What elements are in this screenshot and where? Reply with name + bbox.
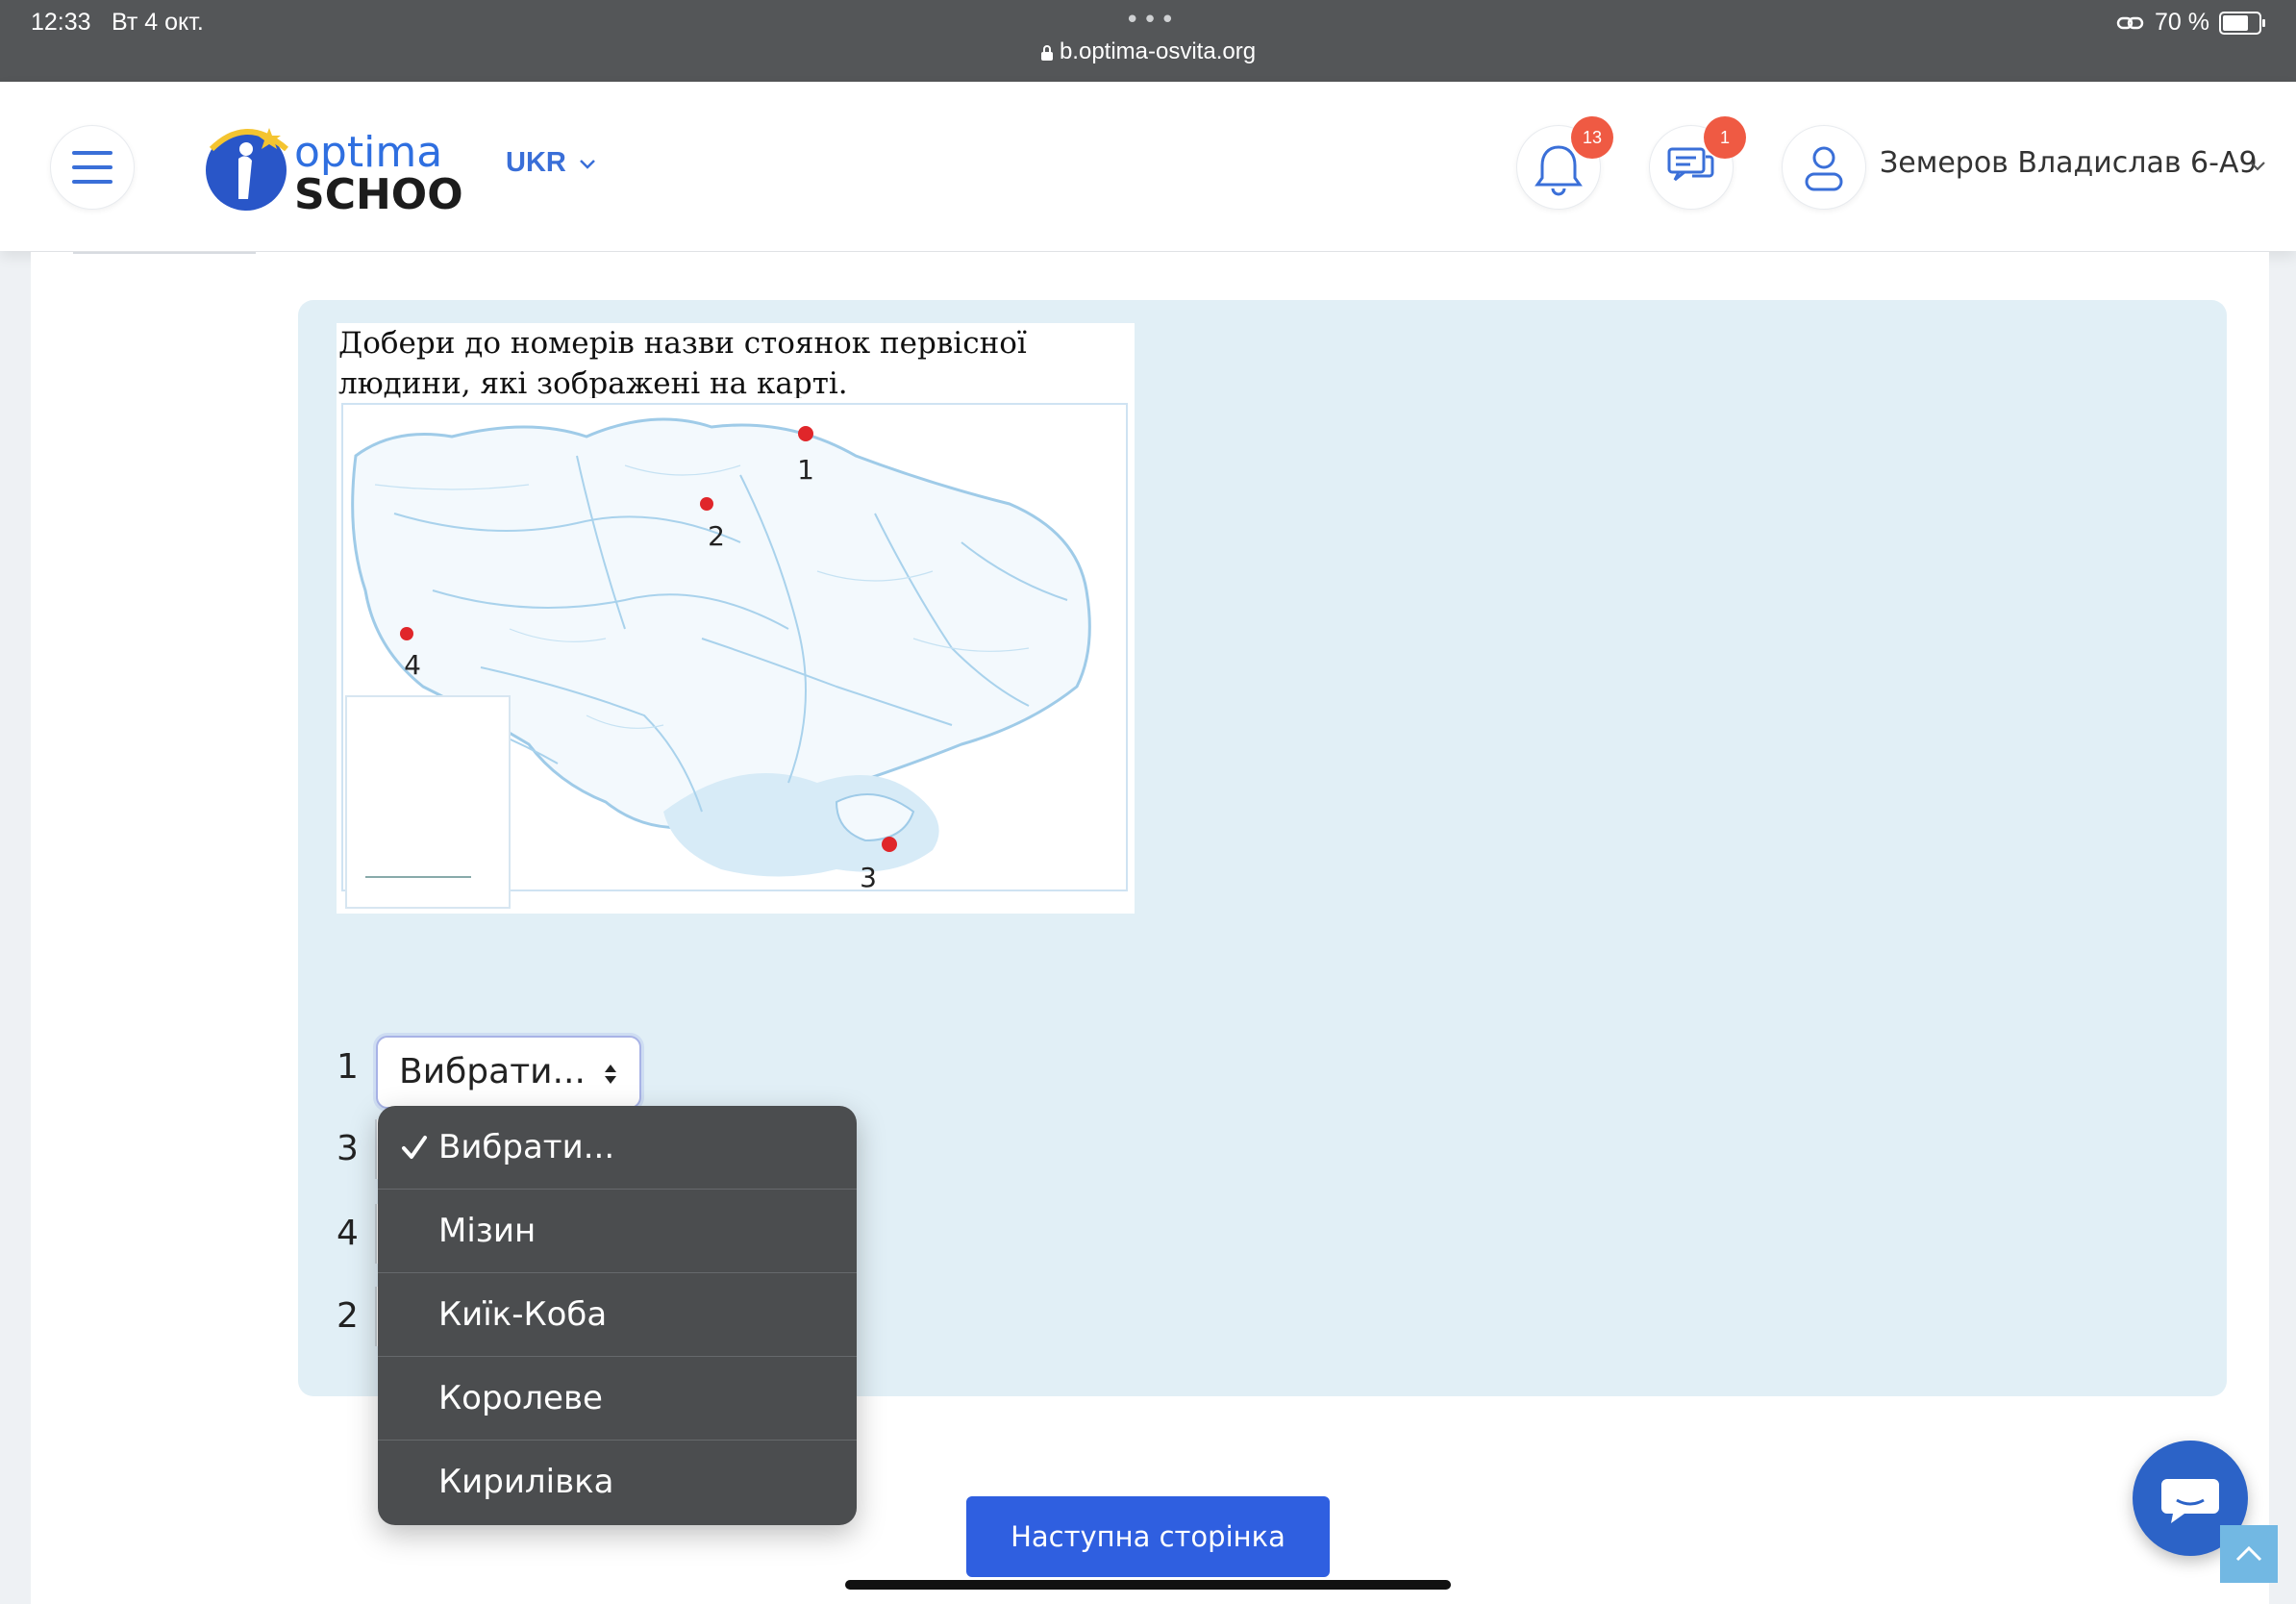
select-options-popover: Вибрати... Мізин Киїк-Коба Королеве Кири… bbox=[378, 1106, 857, 1525]
select-option[interactable]: Вибрати... bbox=[378, 1106, 857, 1190]
messages-button[interactable]: 1 bbox=[1649, 116, 1746, 210]
question-text-line: Добери до номерів назви стоянок первісно… bbox=[338, 326, 1027, 361]
chevron-down-icon bbox=[580, 160, 595, 170]
logo-text-school: SCHOOL bbox=[294, 170, 462, 216]
map-marker-dot bbox=[798, 426, 813, 441]
chevron-up-icon bbox=[2235, 1545, 2262, 1562]
menu-line bbox=[72, 165, 112, 169]
battery-percent: 70 % bbox=[2155, 9, 2209, 36]
optima-school-logo[interactable]: optima SCHOOL bbox=[202, 120, 462, 216]
tab-underline bbox=[73, 252, 256, 254]
option-label: Вибрати... bbox=[438, 1128, 615, 1166]
map-marker-dot bbox=[400, 627, 413, 640]
battery-icon bbox=[2219, 11, 2265, 35]
home-indicator bbox=[845, 1580, 1451, 1590]
checkmark-icon bbox=[402, 1136, 427, 1159]
map-marker-dot bbox=[700, 497, 713, 511]
map-marker-dot bbox=[882, 837, 897, 852]
map-marker-label: 1 bbox=[797, 454, 814, 486]
option-label: Мізин bbox=[438, 1212, 537, 1250]
status-time: 12:33 bbox=[31, 9, 91, 36]
row-number: 4 bbox=[337, 1214, 359, 1253]
quiz-page-card: Добери до номерів назви стоянок первісно… bbox=[31, 252, 2269, 1604]
language-selector[interactable]: UKR bbox=[506, 147, 597, 179]
select-option[interactable]: Киїк-Коба bbox=[378, 1273, 857, 1357]
notifications-button[interactable]: 13 bbox=[1516, 116, 1613, 210]
status-date: Вт 4 окт. bbox=[112, 9, 204, 36]
status-right: 70 % bbox=[2116, 9, 2265, 37]
ios-status-bar: 12:33 Вт 4 окт. ••• b.optima-osvita.org … bbox=[0, 0, 2296, 82]
option-label: Киїк-Коба bbox=[438, 1295, 608, 1334]
user-name[interactable]: Земеров Владислав 6-А9 bbox=[1880, 146, 2258, 180]
chevron-down-icon[interactable] bbox=[2248, 159, 2267, 172]
address-bar[interactable]: b.optima-osvita.org bbox=[0, 38, 2296, 65]
language-label: UKR bbox=[506, 147, 566, 178]
user-icon bbox=[1805, 146, 1843, 191]
link-icon bbox=[2116, 16, 2144, 29]
next-page-button[interactable]: Наступна сторінка bbox=[966, 1496, 1330, 1577]
messages-badge: 1 bbox=[1704, 116, 1746, 159]
question-image: Добери до номерів назви стоянок первісно… bbox=[337, 323, 1135, 914]
select-option[interactable]: Мізин bbox=[378, 1190, 857, 1273]
hamburger-menu-button[interactable] bbox=[50, 125, 135, 210]
select-arrows-icon bbox=[605, 1065, 616, 1084]
user-avatar-button[interactable] bbox=[1782, 125, 1866, 210]
tab-menu-dots-icon[interactable]: ••• bbox=[1125, 6, 1178, 35]
map-marker-label: 3 bbox=[860, 862, 877, 893]
option-label: Королеве bbox=[438, 1379, 603, 1417]
menu-line bbox=[72, 151, 112, 155]
scroll-to-top-button[interactable] bbox=[2220, 1525, 2278, 1583]
site-header: optima SCHOOL UKR 13 1 Земеров Владислав bbox=[0, 82, 2296, 251]
option-label: Кирилівка bbox=[438, 1463, 614, 1501]
map-marker-label: 4 bbox=[404, 649, 421, 681]
answer-select-1[interactable]: Вибрати... bbox=[376, 1036, 641, 1109]
notifications-badge: 13 bbox=[1571, 116, 1613, 159]
select-value: Вибрати... bbox=[399, 1052, 586, 1091]
select-option[interactable]: Королеве bbox=[378, 1357, 857, 1441]
map-marker-label: 2 bbox=[708, 520, 725, 552]
lock-icon bbox=[1040, 44, 1053, 61]
row-number: 2 bbox=[337, 1296, 359, 1336]
menu-line bbox=[72, 180, 112, 184]
row-number: 1 bbox=[337, 1047, 359, 1087]
row-number: 3 bbox=[337, 1129, 359, 1168]
question-text: Добери до номерів назви стоянок первісно… bbox=[337, 323, 1138, 404]
url-text: b.optima-osvita.org bbox=[1059, 38, 1257, 64]
select-option[interactable]: Кирилівка bbox=[378, 1441, 857, 1524]
ukraine-map: 1 2 3 4 bbox=[337, 398, 1135, 914]
